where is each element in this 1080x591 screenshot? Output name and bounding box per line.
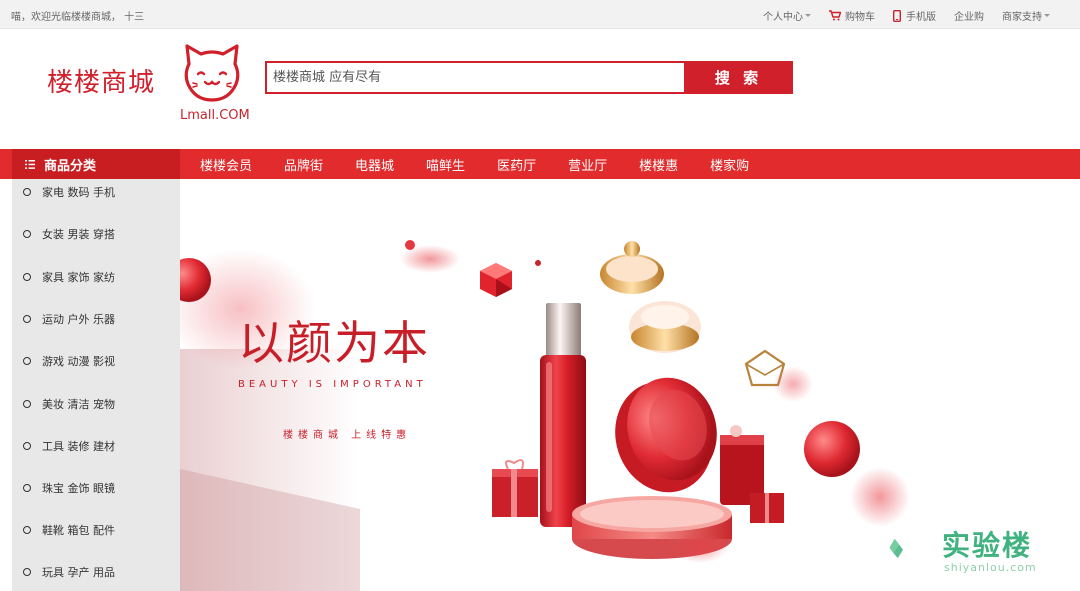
nav-item-brand-street[interactable]: 品牌街 bbox=[280, 155, 327, 174]
sidebar-item-furniture[interactable]: 家具 家饰 家纺 bbox=[12, 265, 180, 289]
circle-bullet-icon bbox=[23, 526, 31, 534]
mobile-label: 手机版 bbox=[906, 12, 936, 23]
banner-title: 以颜为本 bbox=[238, 316, 430, 370]
sidebar-item-label: 运动 户外 乐器 bbox=[42, 313, 115, 326]
sidebar-item-jewelry[interactable]: 珠宝 金饰 眼镜 bbox=[12, 476, 180, 500]
merchant-support-label: 商家支持 bbox=[1002, 12, 1042, 23]
circle-bullet-icon bbox=[23, 230, 31, 238]
cat-logo-icon[interactable] bbox=[183, 44, 241, 102]
nav-item-fresh[interactable]: 喵鲜生 bbox=[422, 155, 469, 174]
search-button[interactable]: 搜 索 bbox=[684, 61, 793, 94]
category-title: 商品分类 bbox=[44, 158, 97, 174]
nav-item-deals[interactable]: 楼楼惠 bbox=[635, 155, 682, 174]
nav-item-member[interactable]: 楼楼会员 bbox=[196, 155, 256, 174]
nav-items: 楼楼会员 品牌街 电器城 喵鲜生 医药厅 营业厅 楼楼惠 楼家购 bbox=[196, 149, 777, 179]
sidebar-item-tools[interactable]: 工具 装修 建材 bbox=[12, 434, 180, 458]
circle-bullet-icon bbox=[23, 357, 31, 365]
circle-bullet-icon bbox=[23, 568, 31, 576]
sidebar-item-label: 女装 男装 穿搭 bbox=[42, 228, 115, 241]
personal-center-label: 个人中心 bbox=[763, 12, 803, 23]
top-bar: 喵，欢迎光临楼楼商城， 十三 个人中心 购物车 手机版 企业购 商家支持 bbox=[0, 0, 1080, 29]
welcome-text: 喵，欢迎光临楼楼商城， 十三 bbox=[11, 12, 145, 23]
search-input[interactable] bbox=[265, 61, 684, 94]
sidebar-item-apparel[interactable]: 女装 男装 穿搭 bbox=[12, 222, 180, 246]
cart-link[interactable]: 购物车 bbox=[829, 8, 875, 23]
mobile-link[interactable]: 手机版 bbox=[893, 8, 936, 23]
sidebar-item-label: 美妆 清洁 宠物 bbox=[42, 398, 115, 411]
sidebar-item-electronics[interactable]: 家电 数码 手机 bbox=[12, 180, 180, 204]
menu-icon bbox=[25, 159, 35, 169]
sidebar-item-label: 珠宝 金饰 眼镜 bbox=[42, 482, 115, 495]
sidebar-item-label: 游戏 动漫 影视 bbox=[42, 355, 115, 368]
brand-logo-text[interactable]: 楼楼商城 bbox=[47, 62, 155, 99]
personal-center-link[interactable]: 个人中心 bbox=[763, 8, 811, 23]
chevron-down-icon bbox=[805, 14, 811, 17]
banner-subtitle-en: BEAUTY IS IMPORTANT bbox=[238, 379, 427, 390]
circle-bullet-icon bbox=[23, 188, 31, 196]
sidebar-item-beauty[interactable]: 美妆 清洁 宠物 bbox=[12, 392, 180, 416]
sidebar-item-shoes[interactable]: 鞋靴 箱包 配件 bbox=[12, 518, 180, 542]
nav-item-home-purchase[interactable]: 楼家购 bbox=[706, 155, 753, 174]
nav-item-business-hall[interactable]: 营业厅 bbox=[564, 155, 611, 174]
sidebar-item-label: 工具 装修 建材 bbox=[42, 440, 115, 453]
sidebar-item-games[interactable]: 游戏 动漫 影视 bbox=[12, 349, 180, 373]
enterprise-label: 企业购 bbox=[954, 12, 984, 23]
circle-bullet-icon bbox=[23, 442, 31, 450]
merchant-support-link[interactable]: 商家支持 bbox=[1002, 8, 1050, 23]
nav-item-pharmacy[interactable]: 医药厅 bbox=[493, 155, 540, 174]
circle-bullet-icon bbox=[23, 484, 31, 492]
sidebar-item-label: 鞋靴 箱包 配件 bbox=[42, 524, 115, 537]
main-nav: 商品分类 楼楼会员 品牌街 电器城 喵鲜生 医药厅 营业厅 楼楼惠 楼家购 bbox=[0, 149, 1080, 179]
watermark-url: shiyanlou.com bbox=[944, 561, 1037, 574]
watermark-text: 实验楼 bbox=[942, 529, 1033, 562]
enterprise-link[interactable]: 企业购 bbox=[954, 8, 984, 23]
category-header[interactable]: 商品分类 bbox=[12, 149, 180, 179]
banner-tagline: 楼楼商城 上线特惠 bbox=[283, 430, 412, 441]
category-sidebar: 家电 数码 手机 女装 男装 穿搭 家具 家饰 家纺 运动 户外 乐器 游戏 动… bbox=[12, 179, 180, 591]
top-links: 个人中心 购物车 手机版 企业购 商家支持 bbox=[745, 8, 1050, 23]
nav-item-electronics[interactable]: 电器城 bbox=[351, 155, 398, 174]
cart-icon bbox=[829, 10, 841, 21]
cart-label: 购物车 bbox=[845, 12, 875, 23]
phone-icon bbox=[893, 9, 901, 22]
search-bar: 搜 索 bbox=[265, 61, 793, 94]
sidebar-item-label: 玩具 孕产 用品 bbox=[42, 566, 115, 579]
chevron-down-icon bbox=[1044, 14, 1050, 17]
circle-bullet-icon bbox=[23, 273, 31, 281]
shiyanlou-logo-icon bbox=[889, 538, 903, 559]
circle-bullet-icon bbox=[23, 400, 31, 408]
sidebar-item-sports[interactable]: 运动 户外 乐器 bbox=[12, 307, 180, 331]
circle-bullet-icon bbox=[23, 315, 31, 323]
sidebar-item-label: 家具 家饰 家纺 bbox=[42, 271, 115, 284]
logo-caption: Lmall.COM bbox=[180, 108, 250, 123]
sidebar-item-toys[interactable]: 玩具 孕产 用品 bbox=[12, 560, 180, 584]
sidebar-item-label: 家电 数码 手机 bbox=[42, 186, 115, 199]
